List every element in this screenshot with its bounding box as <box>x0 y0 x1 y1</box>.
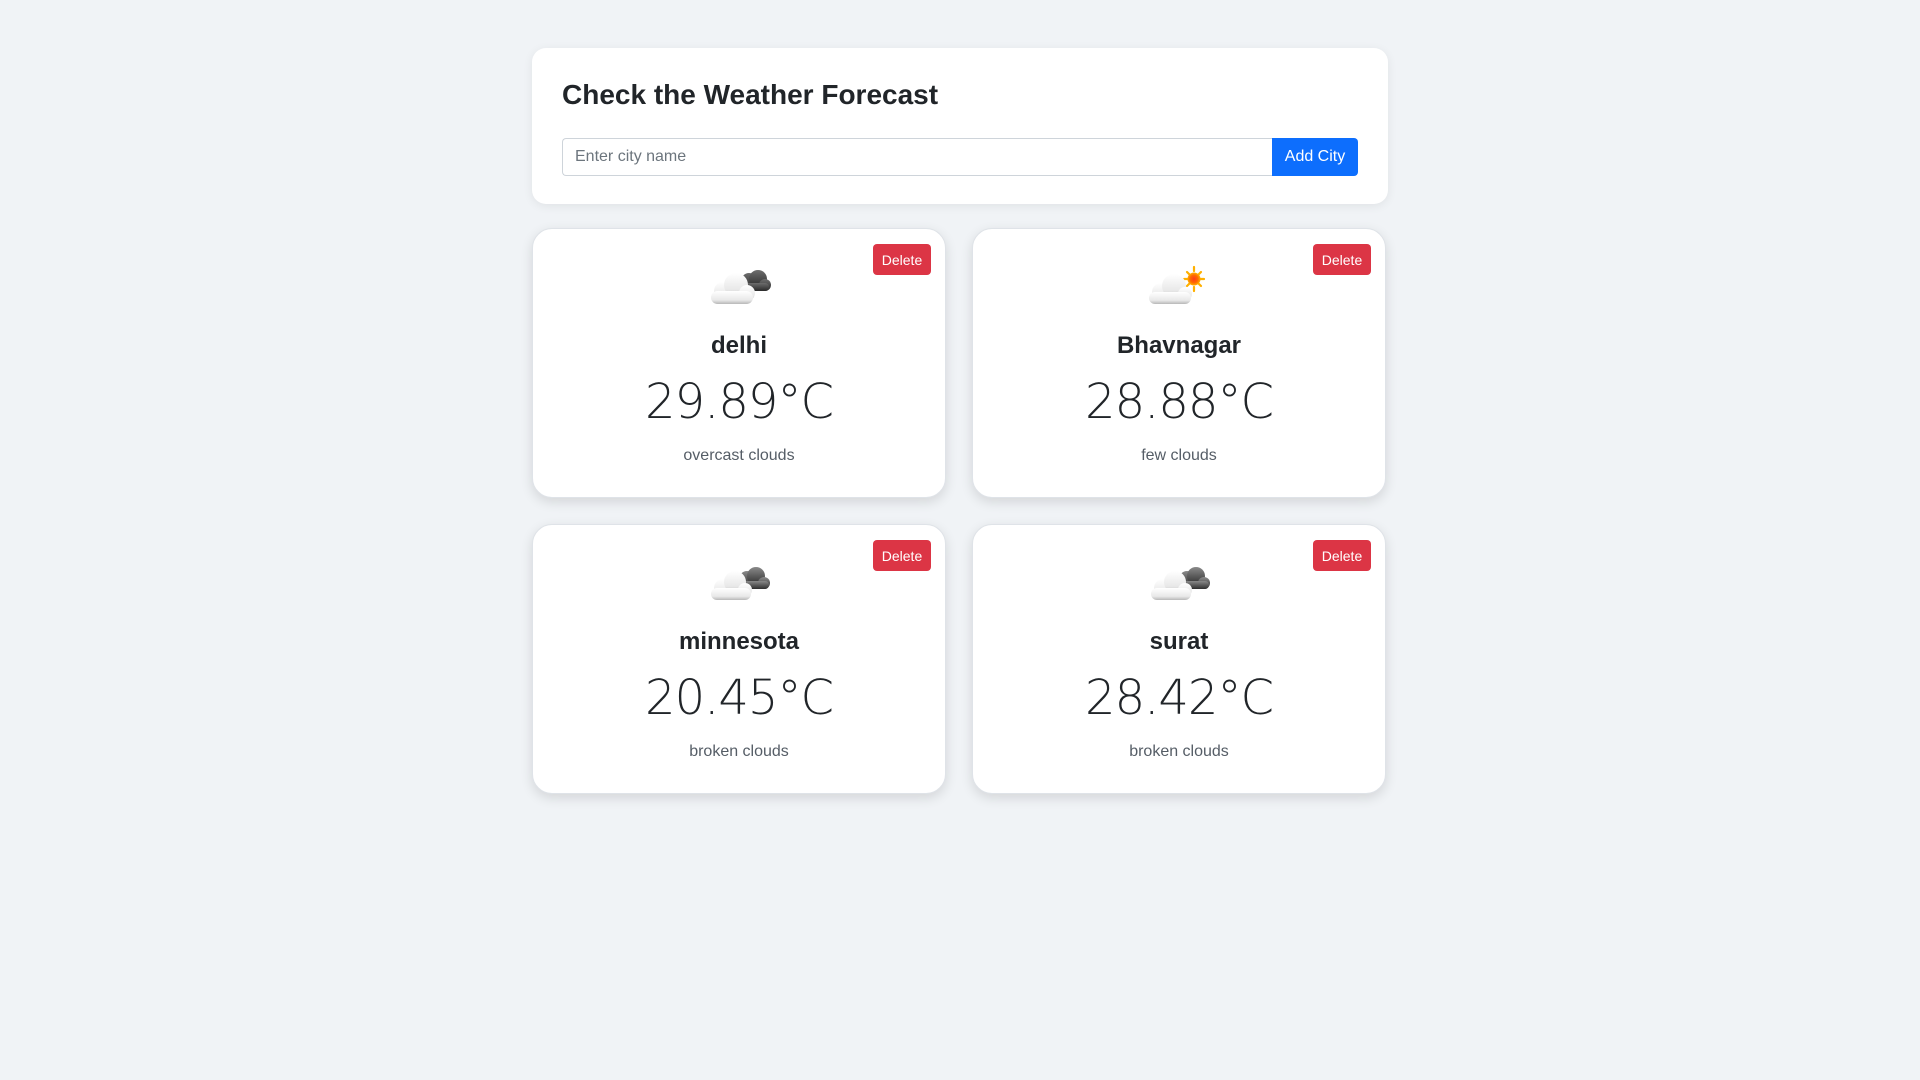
city-card: Delete <box>972 228 1386 498</box>
temperature: 28.88°C <box>1085 374 1274 430</box>
delete-button[interactable]: Delete <box>1313 244 1371 275</box>
page-title: Check the Weather Forecast <box>562 79 939 110</box>
city-name: minnesota <box>678 628 800 655</box>
few-clouds-sun-icon <box>1139 257 1219 313</box>
temperature: 20.45°C <box>645 670 834 726</box>
add-city-form: Add City <box>562 138 1358 176</box>
city-name: delhi <box>710 332 767 359</box>
delete-button[interactable]: Delete <box>1313 540 1371 571</box>
city-card: Delete <box>532 228 946 498</box>
weather-description: overcast clouds <box>683 447 795 464</box>
temperature: 28.42°C <box>1085 670 1274 726</box>
search-panel: Check the Weather Forecast Add City <box>532 48 1388 204</box>
temperature: 29.89°C <box>645 374 834 430</box>
add-city-button[interactable]: Add City <box>1272 138 1358 176</box>
weather-description: broken clouds <box>689 743 789 760</box>
city-card: Delete <box>972 524 1386 794</box>
broken-clouds-icon <box>699 553 779 609</box>
app-container: Check the Weather Forecast Add City Dele… <box>532 48 1388 794</box>
city-name: Bhavnagar <box>1116 332 1242 359</box>
city-name-input[interactable] <box>562 138 1272 176</box>
city-card: Delete <box>532 524 946 794</box>
weather-description: few clouds <box>1141 447 1217 464</box>
broken-clouds-icon <box>1139 553 1219 609</box>
delete-button[interactable]: Delete <box>873 244 931 275</box>
delete-button[interactable]: Delete <box>873 540 931 571</box>
overcast-clouds-icon <box>699 257 779 313</box>
city-name: surat <box>1149 628 1209 655</box>
city-cards-grid: Delete delhi 29.89°C overcast clouds Del… <box>532 228 1388 794</box>
weather-description: broken clouds <box>1129 743 1229 760</box>
